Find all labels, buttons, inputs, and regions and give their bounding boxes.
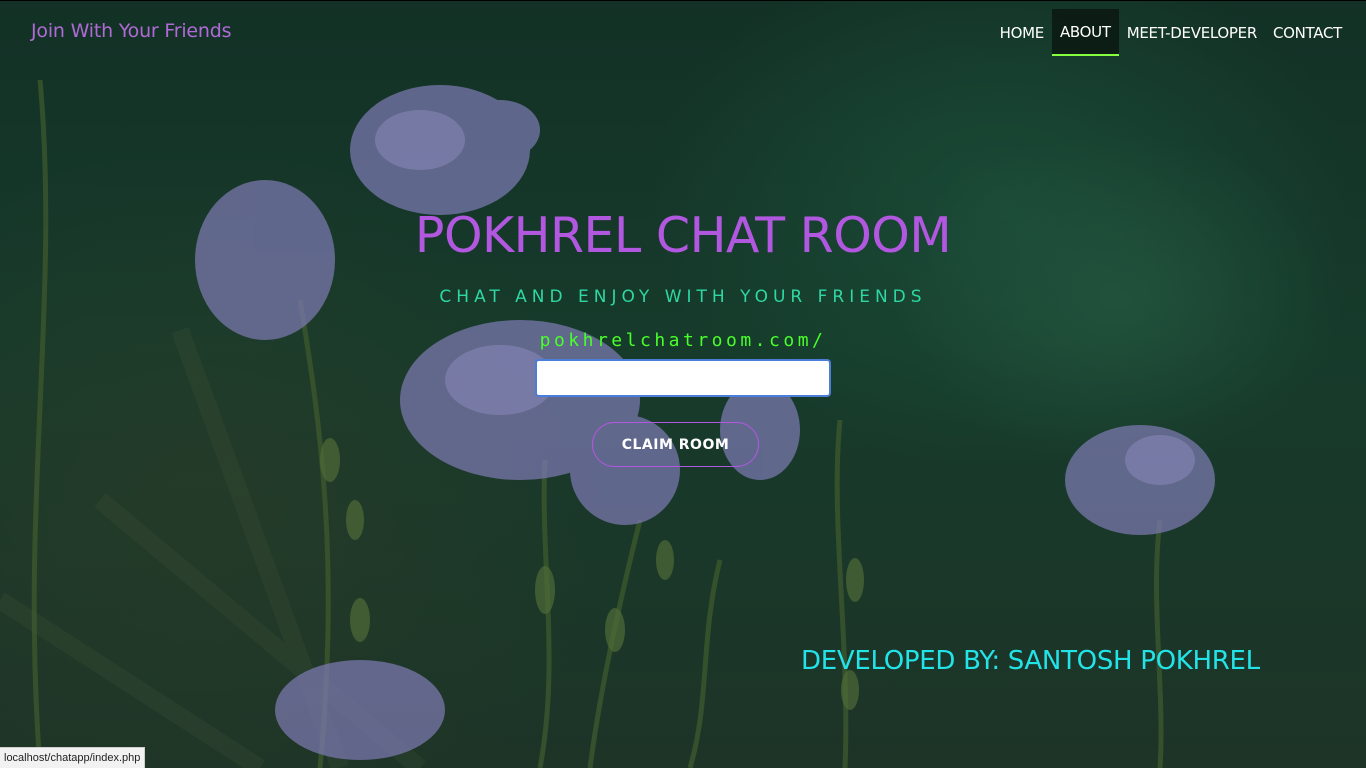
page-title: POKHREL CHAT ROOM <box>414 207 952 264</box>
claim-room-button[interactable]: CLAIM ROOM <box>592 422 759 467</box>
nav-contact[interactable]: CONTACT <box>1265 9 1350 56</box>
top-border <box>0 0 1366 1</box>
room-name-input[interactable] <box>535 359 831 397</box>
main-nav: HOME ABOUT MEET-DEVELOPER CONTACT <box>992 9 1350 56</box>
nav-meet-developer[interactable]: MEET-DEVELOPER <box>1119 9 1265 56</box>
page-subtitle: CHAT AND ENJOY WITH YOUR FRIENDS <box>439 287 927 307</box>
nav-home[interactable]: HOME <box>992 9 1052 56</box>
room-url-prefix: pokhrelchatroom.com/ <box>539 330 827 351</box>
brand-link[interactable]: Join With Your Friends <box>31 20 231 42</box>
nav-about[interactable]: ABOUT <box>1051 9 1119 56</box>
status-bar-url: localhost/chatapp/index.php <box>0 747 146 768</box>
developer-credit: DEVELOPED BY: SANTOSH POKHREL <box>801 646 1260 676</box>
